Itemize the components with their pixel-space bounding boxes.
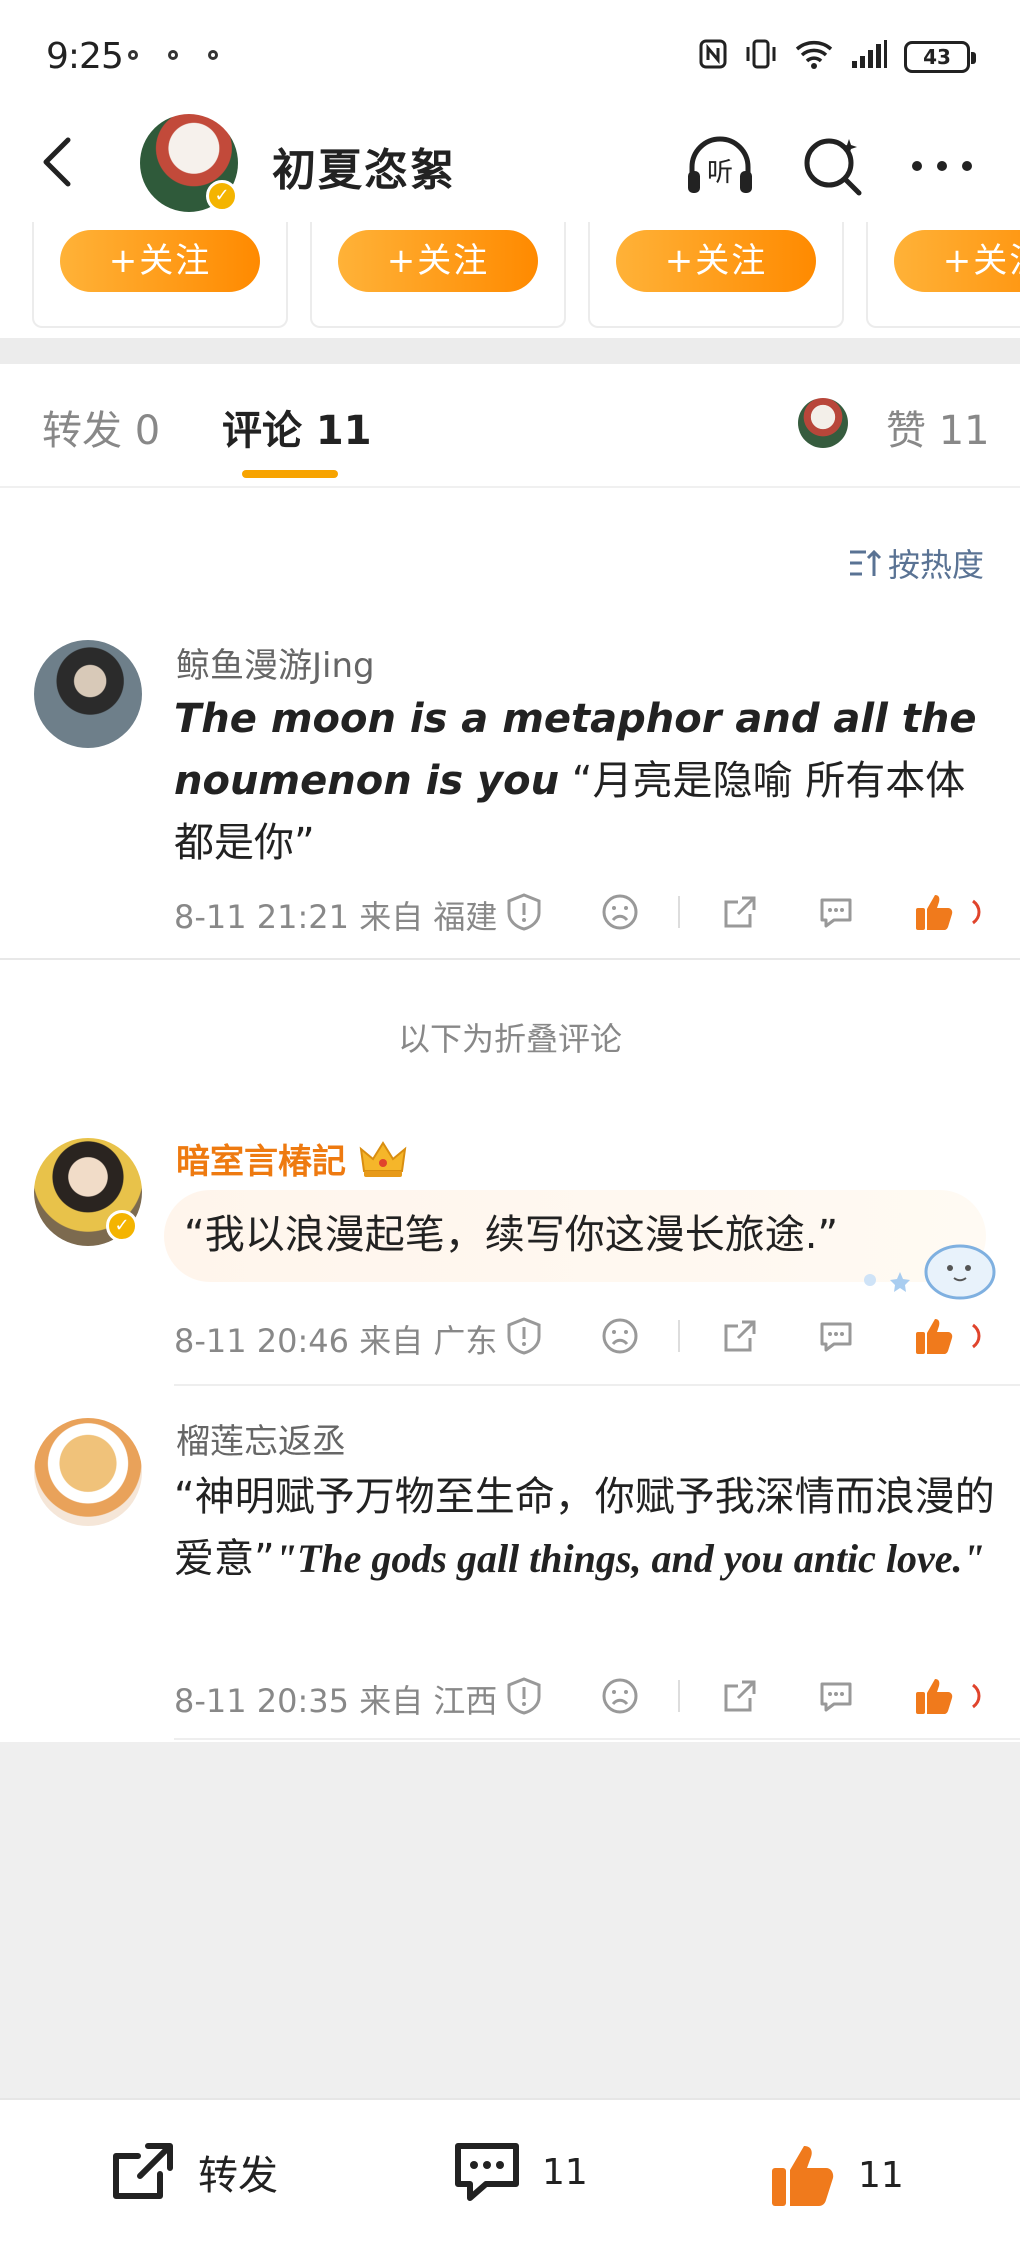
verified-badge-icon: ✓ [206, 180, 238, 212]
meta-divider [678, 1680, 680, 1712]
like-thumb-icon[interactable] [910, 888, 958, 936]
repost-label: 转发 [198, 2153, 278, 2199]
wifi-icon [794, 38, 834, 76]
status-icons: 43 [698, 38, 976, 76]
dislike-face-icon[interactable] [596, 888, 644, 936]
folded-comments-note: 以下为折叠评论 [397, 1020, 622, 1058]
bottom-action-bar: 转发 11 11 [0, 2098, 1020, 2250]
back-arrow-icon[interactable] [30, 132, 90, 192]
avatar[interactable]: ✓ [34, 1138, 142, 1246]
comment-meta: 8-11 20:46 来自 广东 [174, 1308, 994, 1364]
notification-dots [128, 50, 218, 60]
share-icon[interactable] [716, 1672, 764, 1720]
dislike-face-icon[interactable] [596, 1312, 644, 1360]
recommend-card: +关注 [866, 222, 1020, 328]
sort-label: 按热度 [887, 546, 984, 584]
recommend-card: +关注 [310, 222, 566, 328]
like-burst-icon [964, 888, 994, 936]
reply-icon[interactable] [812, 1312, 860, 1360]
bubble-sticker-icon [850, 1236, 1000, 1310]
comment-text-en: "The gods gall things, and you antic lov… [274, 1536, 985, 1581]
comment-author-name: 暗室言椿記 [176, 1142, 346, 1182]
header-username[interactable]: 初夏恣絮 [272, 134, 456, 198]
like-burst-icon [964, 1672, 994, 1720]
tab-active-indicator [242, 470, 338, 478]
listen-label: 听 [707, 158, 733, 188]
like-thumb-icon[interactable] [910, 1312, 958, 1360]
dislike-face-icon[interactable] [596, 1672, 644, 1720]
comment-text: “神明赋予万物至生命，你赋予我深情而浪漫的爱意”"The gods gall t… [174, 1466, 1004, 1590]
status-time: 9:25 [46, 36, 124, 77]
report-icon[interactable] [500, 888, 548, 936]
more-icon[interactable] [904, 128, 980, 204]
comment-meta: 8-11 21:21 来自 福建 [174, 884, 994, 940]
repost-icon [113, 2143, 173, 2199]
repost-button[interactable]: 转发 [108, 2138, 278, 2206]
comment-timestamp-location: 8-11 21:21 来自 福建 [174, 898, 498, 936]
comment-divider [174, 1384, 1020, 1386]
comment-meta: 8-11 20:35 来自 江西 [174, 1668, 994, 1724]
comment-timestamp-location: 8-11 20:35 来自 江西 [174, 1682, 498, 1720]
like-count: 11 [858, 2154, 904, 2196]
like-button[interactable]: 11 [766, 2138, 904, 2212]
meta-divider [678, 1320, 680, 1352]
battery-icon: 43 [904, 41, 976, 73]
search-sparkle-icon[interactable] [796, 128, 872, 204]
like-burst-icon [964, 1312, 994, 1360]
follow-button[interactable]: +关注 [338, 230, 538, 292]
follow-button[interactable]: +关注 [60, 230, 260, 292]
avatar[interactable]: ✓ [140, 114, 238, 212]
listen-headphones-icon[interactable]: 听 [682, 128, 758, 204]
tab-repost[interactable]: 转发 0 [42, 398, 160, 456]
avatar[interactable] [34, 1418, 142, 1526]
recommend-card: +关注 [32, 222, 288, 328]
reply-icon[interactable] [812, 888, 860, 936]
notification-icon [208, 50, 218, 60]
section-gap [0, 338, 1020, 364]
liker-avatar[interactable] [798, 398, 848, 448]
tab-likes[interactable]: 赞 11 [886, 398, 990, 456]
report-icon[interactable] [500, 1312, 548, 1360]
comment-divider [174, 1738, 1020, 1740]
comment-timestamp-location: 8-11 20:46 来自 广东 [174, 1322, 498, 1360]
avatar[interactable] [34, 640, 142, 748]
share-icon[interactable] [716, 1312, 764, 1360]
empty-area [0, 1742, 1020, 2098]
status-bar: 9:25 43 [0, 0, 1020, 110]
comment-icon [455, 2143, 519, 2201]
signal-icon [850, 39, 888, 75]
meta-divider [678, 896, 680, 928]
comment-text: The moon is a metaphor and all the noume… [174, 688, 994, 874]
reply-icon[interactable] [812, 1672, 860, 1720]
recommend-card: +关注 [588, 222, 844, 328]
tab-comments[interactable]: 评论 11 [222, 398, 372, 456]
interaction-tabs: 转发 0 评论 11 赞 11 [0, 364, 1020, 488]
like-thumb-icon [772, 2146, 834, 2206]
nfc-icon [698, 38, 728, 76]
comment-count: 11 [542, 2151, 588, 2193]
profile-header: ✓ 初夏恣絮 听 [0, 110, 1020, 222]
notification-icon [128, 50, 138, 60]
vibrate-icon [744, 38, 778, 76]
comment-author[interactable]: 鲸鱼漫游Jing [176, 638, 375, 687]
comment-author[interactable]: 榴莲忘返丞 [176, 1414, 346, 1463]
recommended-users-strip: +关注 +关注 +关注 +关注 [0, 222, 1020, 338]
report-icon[interactable] [500, 1672, 548, 1720]
comment-button[interactable]: 11 [450, 2138, 588, 2206]
notification-icon [168, 50, 178, 60]
share-icon[interactable] [716, 888, 764, 936]
section-divider [0, 958, 1020, 960]
sort-toggle[interactable]: 按热度 [848, 540, 984, 586]
follow-button[interactable]: +关注 [894, 230, 1020, 292]
crown-icon [359, 1141, 407, 1177]
follow-button[interactable]: +关注 [616, 230, 816, 292]
verified-badge-icon: ✓ [106, 1210, 138, 1242]
sort-icon [849, 549, 882, 576]
comment-author[interactable]: 暗室言椿記 [176, 1134, 408, 1183]
like-thumb-icon[interactable] [910, 1672, 958, 1720]
